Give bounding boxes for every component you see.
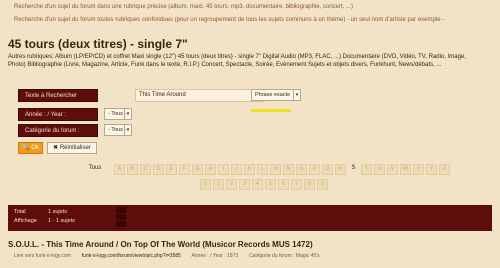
match-type-select[interactable]: Phrase exacte ▾ [251, 89, 301, 101]
alpha-letter-button[interactable]: Z [439, 164, 450, 175]
result-link-label: Lien vers funk-o-logy.com [14, 253, 71, 259]
rubriques-list: Autres rubriques: Album (LP/EP/CD) et co… [8, 53, 478, 69]
result-category-value: Magic 45's [295, 253, 320, 259]
result-category-label: Catégorie du forum : [248, 253, 295, 259]
intro-line-2: Recherche d'un sujet du forum toutes rub… [14, 17, 445, 23]
alpha-letter-button[interactable]: T [361, 164, 372, 175]
reset-button-label: Réinitialiser [59, 145, 91, 151]
highlight-mark [251, 109, 291, 112]
nav-square[interactable] [116, 207, 126, 213]
rubriques-label: Autres rubriques: [8, 54, 54, 60]
alpha-letter-button[interactable]: K [244, 164, 255, 175]
result-year-label: Année : / Year : [191, 253, 226, 259]
category-label: Catégorie du forum : [18, 124, 98, 137]
alpha-letter-button[interactable]: B [127, 164, 138, 175]
alpha-letter-button[interactable]: V [387, 164, 398, 175]
nav-square[interactable] [116, 221, 126, 227]
search-row: Texte à Rechercher This Time Around Phra… [18, 89, 318, 102]
alpha-letter-button[interactable]: M [270, 164, 281, 175]
alpha-letter-button[interactable]: Q [322, 164, 333, 175]
year-label: Année : / Year : [18, 108, 98, 121]
result-title[interactable]: S.O.U.L. - This Time Around / On Top Of … [8, 240, 313, 249]
page-title: 45 tours (deux titres) - single 7" [8, 37, 188, 51]
category-select[interactable]: - Tous - ▾ [104, 124, 132, 136]
rubriques-links[interactable]: Album (LP/EP/CD) et coffret Maxi single … [8, 54, 466, 68]
match-type-value: Phrase exacte [255, 92, 291, 98]
search-label: Texte à Rechercher [18, 89, 98, 102]
alpha-digit-button[interactable]: 3 [239, 179, 250, 190]
alpha-letter-button[interactable]: G [192, 164, 203, 175]
alpha-digit-button[interactable]: 5 [265, 179, 276, 190]
alpha-letter-button[interactable]: L [257, 164, 268, 175]
search-icon: 🔍 [22, 145, 30, 151]
alpha-letter-button[interactable]: A [114, 164, 125, 175]
alpha-letter-button[interactable]: N [283, 164, 294, 175]
alpha-letter-button[interactable]: I [218, 164, 229, 175]
alpha-all-button[interactable]: Tous [86, 164, 104, 175]
alpha-letter-button[interactable]: R [335, 164, 346, 175]
display-value: 1 - 1 sujets [48, 218, 75, 224]
close-icon: ✖ [53, 145, 59, 151]
alpha-digit-button[interactable]: 7 [291, 179, 302, 190]
alpha-letter-button[interactable]: U [374, 164, 385, 175]
chevron-down-icon: ▾ [124, 125, 131, 135]
alpha-digit-button[interactable]: 8 [304, 179, 315, 190]
alpha-digit-button[interactable]: 9 [317, 179, 328, 190]
total-value: 1 sujets [48, 209, 67, 215]
nav-square[interactable] [116, 214, 126, 220]
result-year-value: 1973 [227, 253, 239, 259]
alpha-digit-button[interactable]: 4 [252, 179, 263, 190]
display-label: Affichage [14, 218, 37, 224]
alpha-letter-button[interactable]: Y [426, 164, 437, 175]
chevron-down-icon: ▾ [124, 109, 131, 119]
alpha-letter-button[interactable]: H [205, 164, 216, 175]
alpha-digit-button[interactable]: 0 [200, 179, 211, 190]
alpha-letter-button[interactable]: D [153, 164, 164, 175]
alpha-letter-button[interactable]: F [179, 164, 190, 175]
result-meta: Lien vers funk-o-logy.com funk-o-logy.co… [14, 253, 494, 259]
alpha-digit-button[interactable]: 2 [226, 179, 237, 190]
year-select[interactable]: - Tous - ▾ [104, 108, 132, 120]
year-row: Année : / Year : - Tous - ▾ [18, 108, 218, 121]
intro-line-1: Recherche d'un sujet du forum dans une r… [14, 4, 353, 10]
category-row: Catégorie du forum : - Tous - ▾ [18, 124, 218, 137]
total-label: Total [14, 209, 26, 215]
search-input[interactable]: This Time Around [135, 89, 265, 102]
reset-button[interactable]: ✖ Réinitialiser [47, 142, 97, 154]
alpha-digit-button[interactable]: 6 [278, 179, 289, 190]
alpha-letter-button[interactable]: E [166, 164, 177, 175]
alpha-letter-button[interactable]: C [140, 164, 151, 175]
alpha-letter-button[interactable]: J [231, 164, 242, 175]
ok-button-label: Ok [31, 145, 39, 151]
result-link[interactable]: funk-o-logy.com/forum/viewtopic.php?t=35… [82, 253, 181, 259]
alpha-letter-button[interactable]: X [413, 164, 424, 175]
alpha-digit-button[interactable]: 1 [213, 179, 224, 190]
alpha-letter-button[interactable]: W [400, 164, 411, 175]
chevron-down-icon: ▾ [293, 90, 300, 100]
alpha-letter-button[interactable]: P [309, 164, 320, 175]
totals-panel: Total 1 sujets Affichage 1 - 1 sujets [8, 205, 492, 231]
alpha-letter-button[interactable]: S [348, 164, 359, 175]
ok-button[interactable]: 🔍 Ok [18, 142, 43, 154]
alpha-letter-button[interactable]: O [296, 164, 307, 175]
